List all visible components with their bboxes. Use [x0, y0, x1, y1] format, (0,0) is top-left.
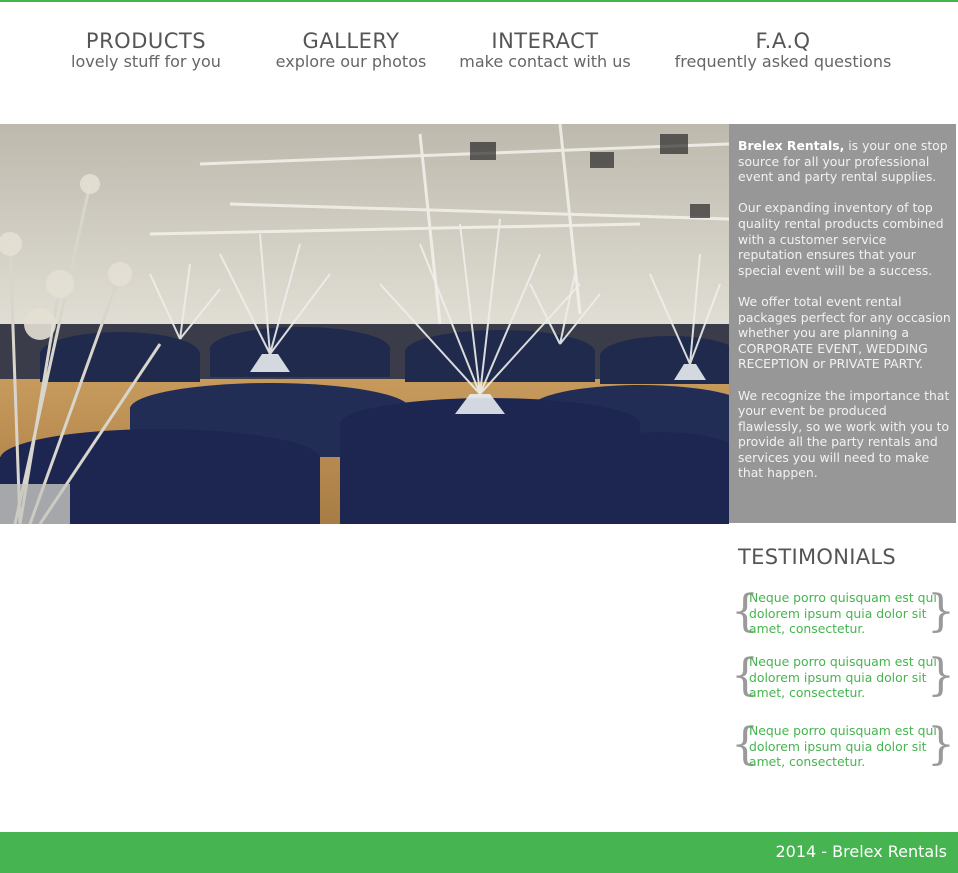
- footer-copyright: 2014 - Brelex Rentals: [775, 842, 947, 861]
- nav-item-faq[interactable]: F.A.Q frequently asked questions: [668, 28, 898, 72]
- nav-gallery-title[interactable]: GALLERY: [268, 28, 434, 54]
- info-paragraph-packages: We offer total event rental packages per…: [738, 293, 951, 372]
- top-accent-line: [0, 0, 958, 2]
- close-brace-icon: }: [927, 650, 955, 701]
- hero-event-photo: [0, 124, 729, 524]
- testimonial-text: Neque porro quisquam est qui dolorem ips…: [749, 590, 937, 637]
- nav-item-products[interactable]: PRODUCTS lovely stuff for you: [60, 28, 232, 72]
- event-hall-illustration: [0, 124, 729, 524]
- testimonial-quote: { Neque porro quisquam est qui dolorem i…: [731, 586, 955, 644]
- about-info-panel: Brelex Rentals, is your one stop source …: [729, 124, 956, 523]
- nav-gallery-subtitle[interactable]: explore our photos: [268, 52, 434, 72]
- info-paragraph-inventory: Our expanding inventory of top quality r…: [738, 200, 944, 278]
- testimonials-heading: TESTIMONIALS: [738, 545, 896, 569]
- nav-products-subtitle[interactable]: lovely stuff for you: [60, 52, 232, 72]
- testimonial-text: Neque porro quisquam est qui dolorem ips…: [749, 723, 937, 770]
- nav-faq-subtitle[interactable]: frequently asked questions: [668, 52, 898, 72]
- close-brace-icon: }: [927, 719, 955, 770]
- nav-item-gallery[interactable]: GALLERY explore our photos: [268, 28, 434, 72]
- testimonial-quote: { Neque porro quisquam est qui dolorem i…: [731, 650, 955, 708]
- nav-products-title[interactable]: PRODUCTS: [60, 28, 232, 54]
- info-paragraph-importance: We recognize the importance that your ev…: [738, 387, 950, 481]
- nav-interact-subtitle[interactable]: make contact with us: [452, 52, 638, 72]
- nav-item-interact[interactable]: INTERACT make contact with us: [452, 28, 638, 72]
- nav-interact-title[interactable]: INTERACT: [452, 28, 638, 54]
- close-brace-icon: }: [927, 586, 955, 637]
- nav-faq-title[interactable]: F.A.Q: [668, 28, 898, 54]
- info-paragraph-intro: Brelex Rentals, is your one stop source …: [738, 138, 952, 185]
- brand-name: Brelex Rentals,: [738, 138, 845, 153]
- testimonial-text: Neque porro quisquam est qui dolorem ips…: [749, 654, 937, 701]
- testimonial-quote: { Neque porro quisquam est qui dolorem i…: [731, 719, 955, 777]
- footer-bar: 2014 - Brelex Rentals: [0, 832, 958, 873]
